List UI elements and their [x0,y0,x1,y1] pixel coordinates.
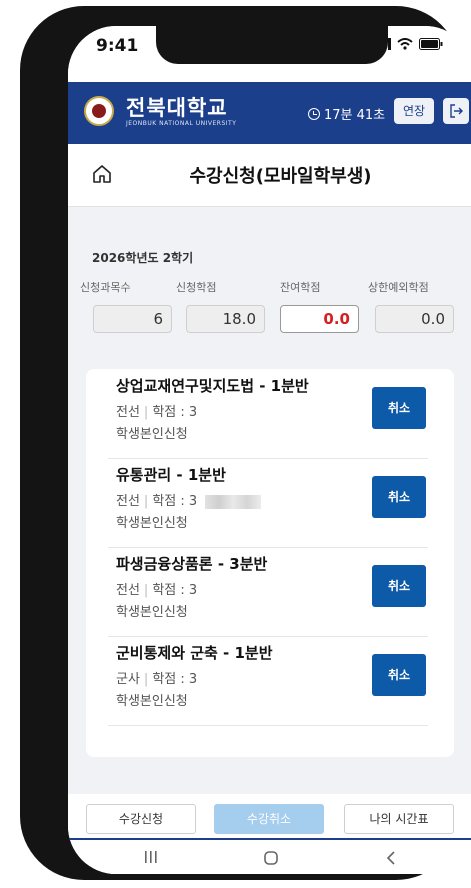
course-item: 군비통제와 군축 - 1분반 군사 | 학점 : 3 학생본인신청 취소 [108,636,428,726]
course-status: 학생본인신청 [116,516,188,531]
timer-text: 17분 41초 [324,108,386,123]
course-type: 전선 [116,494,140,509]
system-nav-bar [68,838,471,874]
back-icon[interactable] [384,850,398,866]
stat-label-applied-credits: 신청학점 [176,281,217,294]
cancel-course-button[interactable]: 취소 [372,565,426,607]
course-meta: 전선 | 학점 : 3 [116,490,262,509]
tab-register[interactable]: 수강신청 [86,804,196,834]
stat-course-count: 6 [93,305,172,333]
course-item: 상업교재연구및지도법 - 1분반 전선 | 학점 : 3 학생본인신청 취소 [108,369,428,459]
course-credit: 학점 : 3 [152,583,198,598]
course-name: 유통관리 - 1분반 [116,466,226,484]
university-logo [84,96,114,126]
course-name: 파생금융상품론 - 3분반 [116,555,268,573]
notch [156,26,388,64]
wifi-icon [397,38,413,50]
course-item: 파생금융상품론 - 3분반 전선 | 학점 : 3 학생본인신청 취소 [108,547,428,637]
home-circle-icon[interactable] [263,850,279,866]
page-title: 수강신청(모바일학부생) [189,166,372,187]
bottom-tabs: 수강신청 수강취소 나의 시간표 [68,794,471,838]
course-credit: 학점 : 3 [152,405,198,420]
recent-apps-icon[interactable] [144,850,158,864]
app-header: 전북대학교 JEONBUK NATIONAL UNIVERSITY 17분 41… [68,82,471,144]
battery-icon [419,38,443,50]
stat-applied-credits: 18.0 [186,305,265,333]
course-name: 상업교재연구및지도법 - 1분반 [116,377,309,395]
course-name: 군비통제와 군축 - 1분반 [116,644,273,662]
course-item: 유통관리 - 1분반 전선 | 학점 : 3 학생본인신청 취소 [108,458,428,548]
logout-button[interactable] [443,98,469,124]
cancel-course-button[interactable]: 취소 [372,387,426,429]
clock-icon [308,107,320,120]
stat-exception-credits: 0.0 [375,305,454,333]
title-bar: 수강신청(모바일학부생) [68,144,471,207]
phone-screen: 9:41 전북대학교 JEONBUK NATIONAL UNIVERSITY 1… [68,26,471,874]
course-credit: 학점 : 3 [152,672,198,687]
course-status: 학생본인신청 [116,605,188,620]
stat-label-exception-credits: 상한예외학점 [368,281,429,294]
course-meta: 군사 | 학점 : 3 [116,672,198,687]
university-name: 전북대학교 [126,96,228,120]
course-type: 전선 [116,583,140,598]
course-type: 군사 [116,672,140,687]
course-status: 학생본인신청 [116,694,188,709]
tab-cancel[interactable]: 수강취소 [214,804,324,834]
course-type: 전선 [116,405,140,420]
stat-remaining-credits: 0.0 [280,305,359,333]
course-list: 상업교재연구및지도법 - 1분반 전선 | 학점 : 3 학생본인신청 취소 유통관… [86,369,454,757]
stat-label-remaining-credits: 잔여학점 [280,281,321,294]
phone-frame: 9:41 전북대학교 JEONBUK NATIONAL UNIVERSITY 1… [20,6,471,880]
course-meta: 전선 | 학점 : 3 [116,405,198,420]
extend-session-button[interactable]: 연장 [394,98,434,124]
course-credit: 학점 : 3 [152,494,198,509]
course-meta: 전선 | 학점 : 3 [116,583,198,598]
cancel-course-button[interactable]: 취소 [372,654,426,696]
course-status: 학생본인신청 [116,427,188,442]
logout-icon [450,104,463,118]
university-name-en: JEONBUK NATIONAL UNIVERSITY [126,120,237,127]
stat-label-course-count: 신청과목수 [80,281,131,294]
semester-label: 2026학년도 2학기 [92,251,194,265]
redacted-blur [205,494,262,509]
cancel-course-button[interactable]: 취소 [372,476,426,518]
status-time: 9:41 [96,36,139,56]
tab-my-timetable[interactable]: 나의 시간표 [344,804,454,834]
main-content: 2026학년도 2학기 신청과목수 신청학점 잔여학점 상한예외학점 6 18.… [68,207,471,794]
session-timer: 17분 41초 [308,104,385,123]
